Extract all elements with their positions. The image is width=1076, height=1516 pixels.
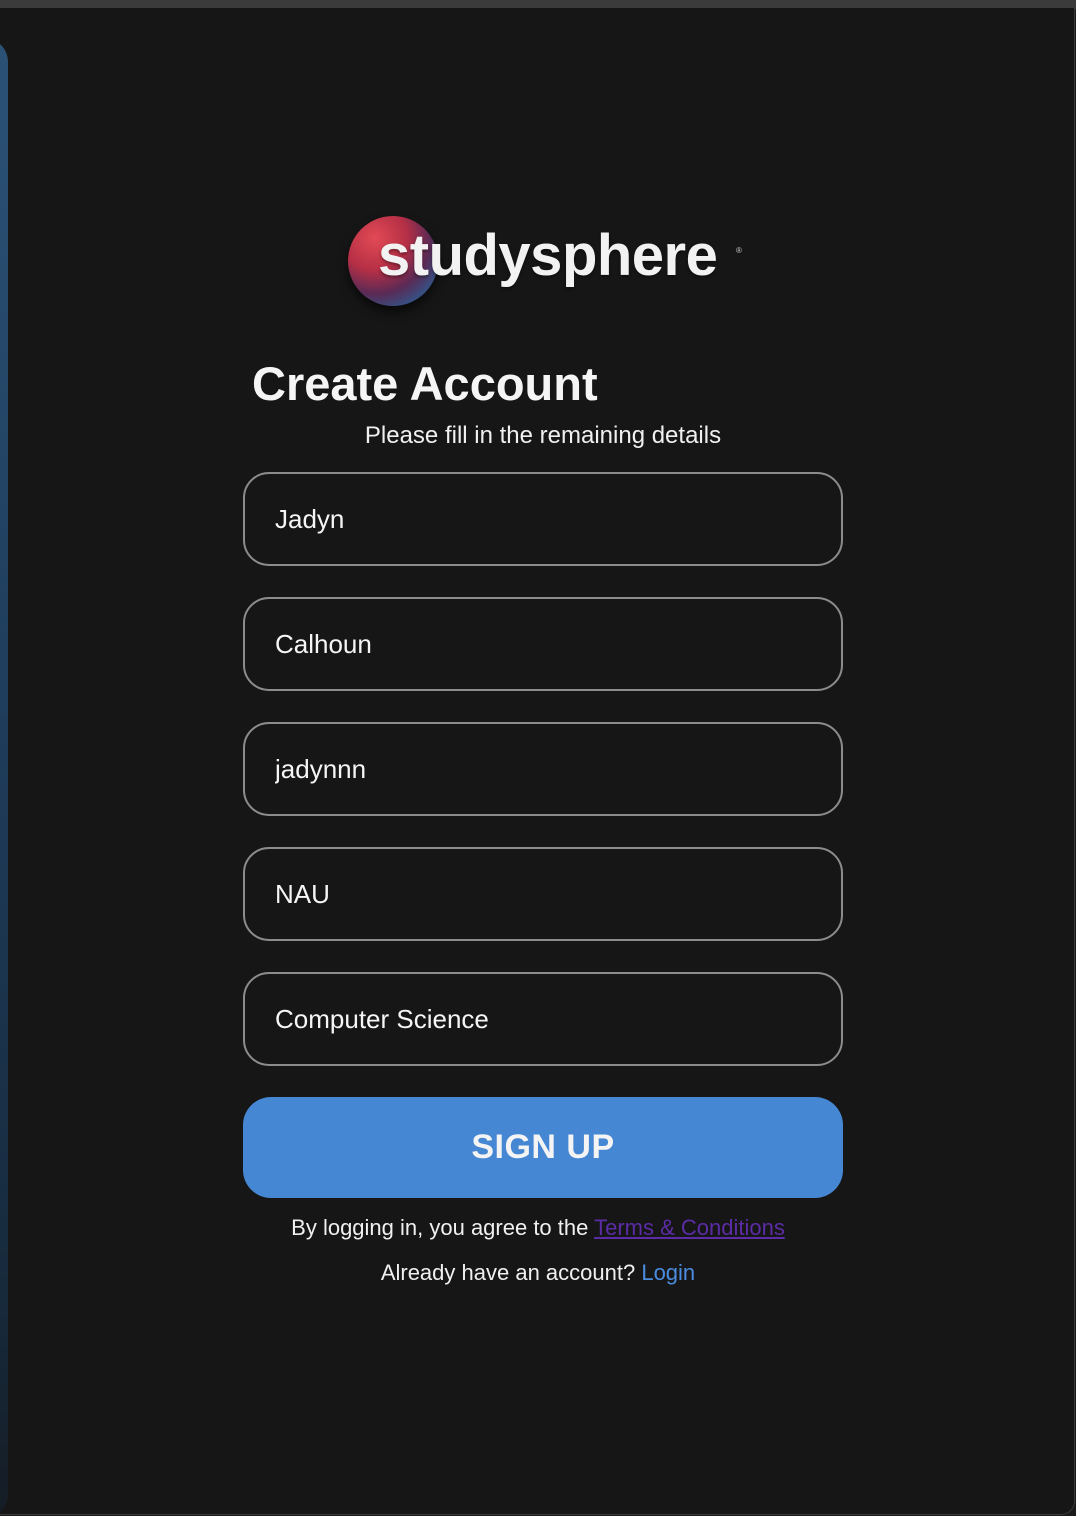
- app-window: studysphere ® Create Account Please fill…: [0, 8, 1075, 1515]
- registered-mark: ®: [736, 246, 742, 255]
- terms-conditions-link[interactable]: Terms & Conditions: [594, 1215, 785, 1240]
- terms-notice: By logging in, you agree to the Terms & …: [0, 1215, 1074, 1241]
- login-prefix: Already have an account?: [380, 1260, 642, 1285]
- login-link[interactable]: Login: [641, 1260, 695, 1285]
- page-title: Create Account: [252, 357, 598, 410]
- school-input[interactable]: [243, 847, 843, 941]
- major-input[interactable]: [243, 972, 843, 1066]
- studysphere-logo: studysphere ®: [348, 208, 748, 308]
- last-name-input[interactable]: [243, 597, 843, 691]
- terms-prefix: By logging in, you agree to the: [291, 1215, 595, 1240]
- logo-wordmark: studysphere: [378, 223, 718, 288]
- side-panel-edge: [0, 38, 8, 1514]
- page-subtitle: Please fill in the remaining details: [364, 422, 722, 449]
- login-prompt: Already have an account? Login: [0, 1260, 1074, 1286]
- username-input[interactable]: [243, 722, 843, 816]
- first-name-input[interactable]: [243, 472, 843, 566]
- sign-up-button[interactable]: SIGN UP: [243, 1097, 843, 1198]
